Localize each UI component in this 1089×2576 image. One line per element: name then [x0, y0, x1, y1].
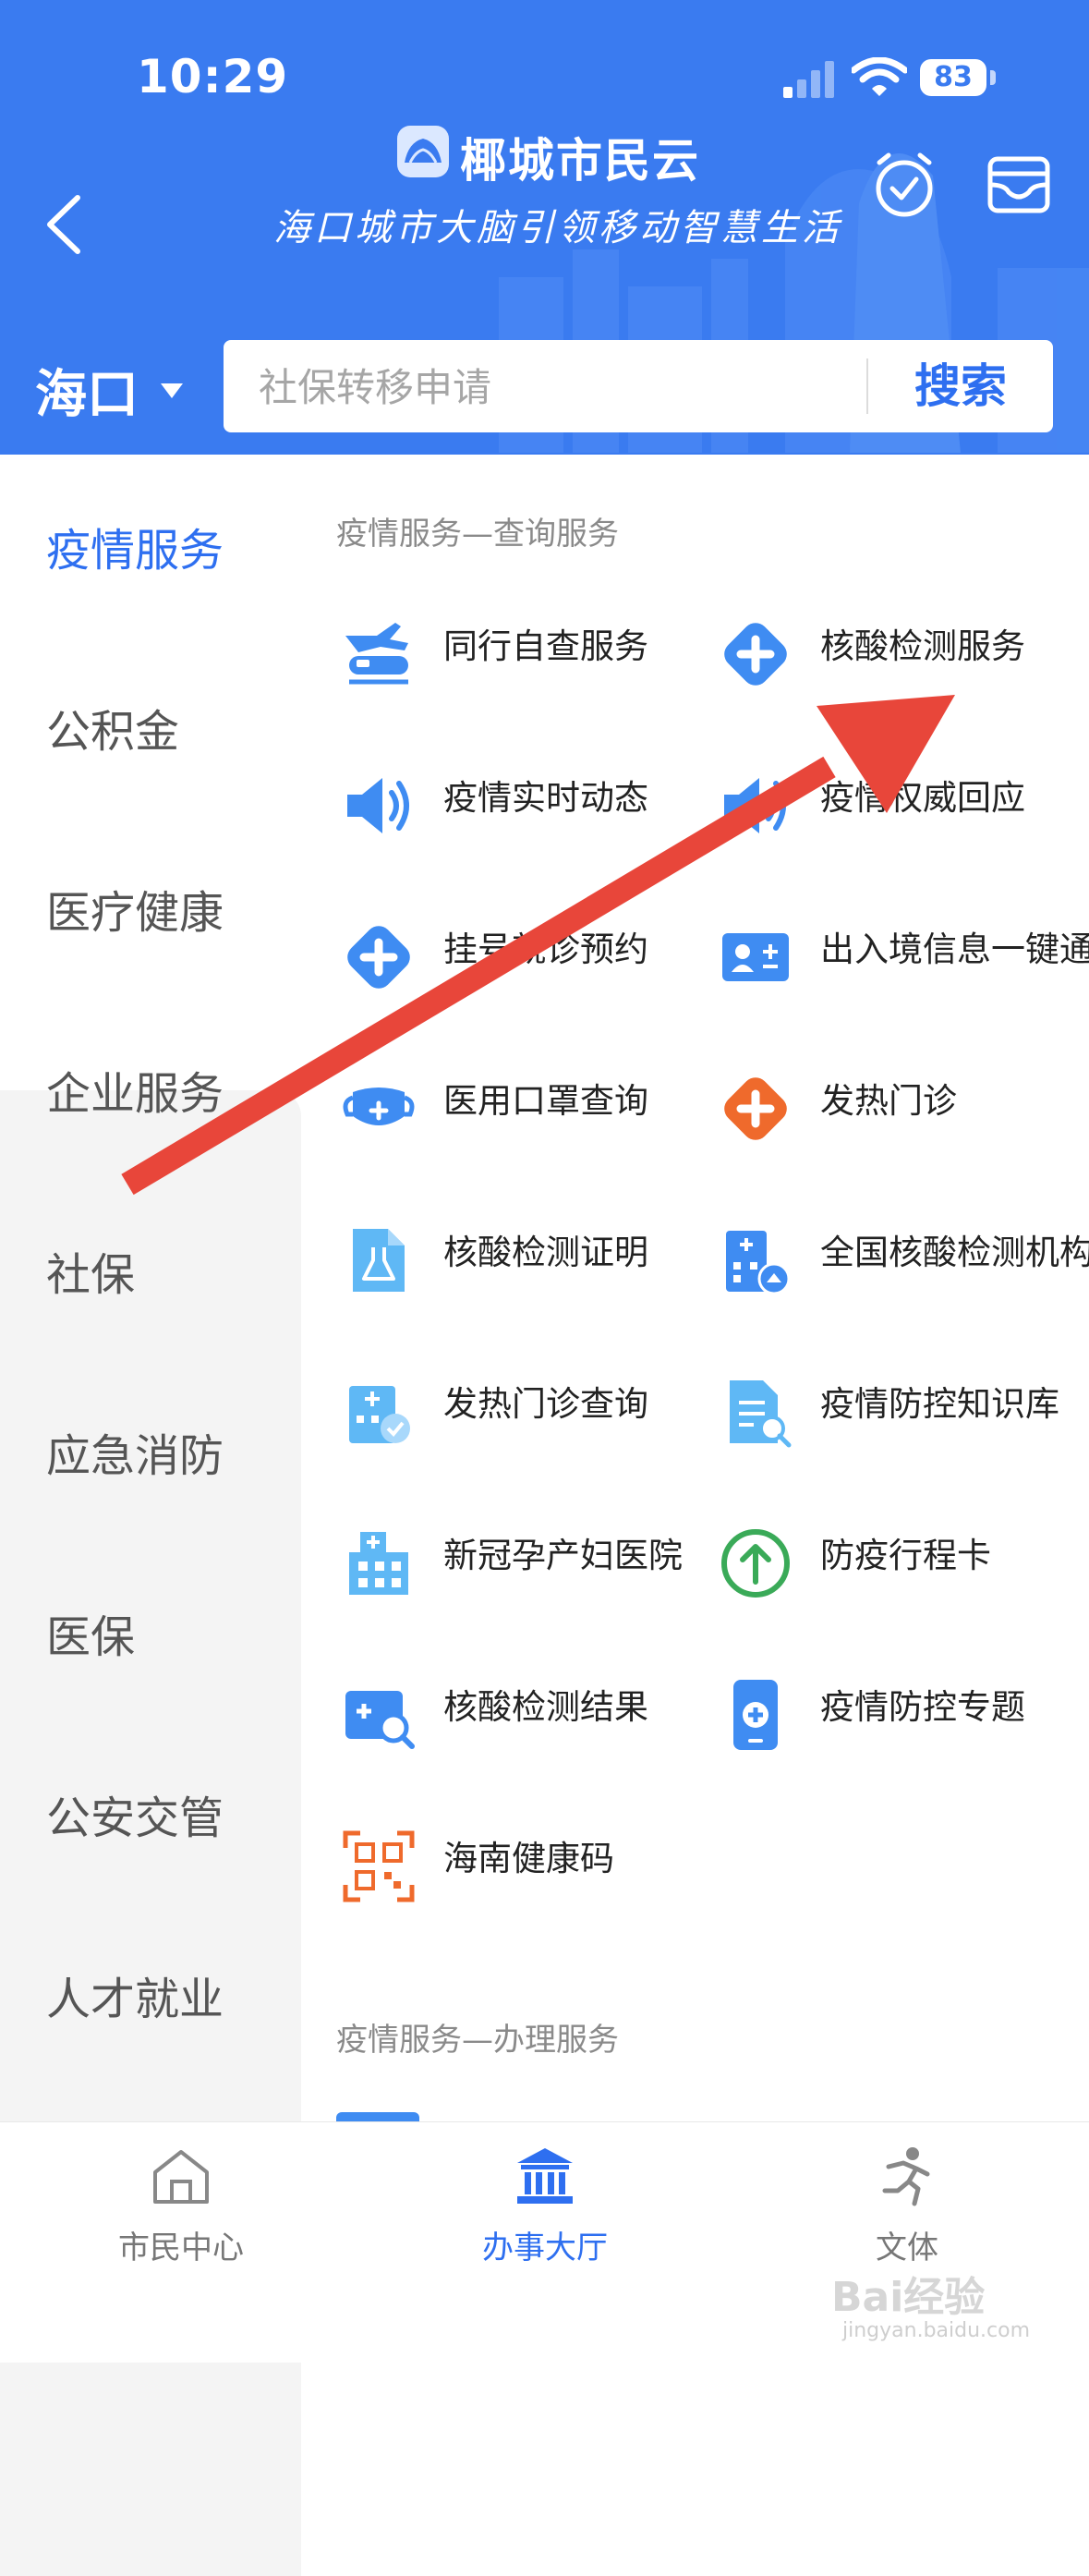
nav-culture-sports[interactable]: 文体	[796, 2145, 1018, 2283]
qr-code-icon	[343, 1830, 415, 1902]
search-button[interactable]: 搜索	[887, 340, 1035, 432]
partial-service-icon	[336, 2112, 419, 2121]
service-label: 核酸检测服务	[820, 626, 1025, 666]
hospital-check-icon	[349, 1386, 410, 1443]
medical-cross-icon	[724, 623, 787, 686]
service-nucleic-test[interactable]: 核酸检测服务	[717, 591, 1086, 702]
government-hall-icon	[517, 2148, 573, 2204]
baidu-watermark: Bai经验	[831, 2274, 986, 2321]
arrow-up-circle-icon	[721, 1529, 790, 1598]
service-label: 疫情防控知识库	[820, 1384, 1059, 1424]
search-divider	[866, 358, 868, 414]
service-label: 全国核酸检测机构	[820, 1233, 1089, 1272]
speaker-icon	[724, 778, 786, 833]
service-label: 疫情权威回应	[820, 778, 1025, 818]
service-label: 疫情防控专题	[820, 1687, 1025, 1727]
city-selector[interactable]: 海口	[35, 353, 183, 428]
service-label: 核酸检测结果	[443, 1687, 648, 1727]
service-test-results[interactable]: 核酸检测结果	[340, 1652, 709, 1763]
sidebar-item-social-security[interactable]: 社保	[46, 1238, 135, 1303]
sidebar-item-emergency-fire[interactable]: 应急消防	[46, 1419, 224, 1484]
status-time: 10:29	[137, 50, 289, 103]
service-label: 新冠孕产妇医院	[443, 1536, 683, 1575]
timer-check-icon[interactable]	[872, 148, 937, 222]
service-fever-clinic-query[interactable]: 发热门诊查询	[340, 1349, 709, 1460]
service-label: 防疫行程卡	[820, 1536, 991, 1575]
mask-icon	[343, 1088, 415, 1125]
city-label: 海口	[35, 365, 139, 425]
nav-citizen-center[interactable]: 市民中心	[70, 2145, 292, 2283]
service-appointment[interactable]: 挂号就诊预约	[340, 894, 709, 1005]
service-maternity-hospital[interactable]: 新冠孕产妇医院	[340, 1501, 709, 1611]
service-label: 同行自查服务	[443, 626, 648, 666]
section-title-query: 疫情服务—查询服务	[336, 516, 619, 553]
wallet-card-icon[interactable]	[986, 155, 1051, 214]
test-result-search-icon	[345, 1691, 415, 1749]
service-authority-response[interactable]: 疫情权威回应	[717, 743, 1086, 854]
service-entry-exit-info[interactable]: 出入境信息一键通	[717, 894, 1089, 1005]
caret-down-icon	[161, 383, 183, 398]
service-health-code[interactable]: 海南健康码	[340, 1804, 709, 1914]
document-search-icon	[730, 1380, 792, 1448]
service-label: 海南健康码	[443, 1839, 614, 1878]
sidebar-item-medical-insurance[interactable]: 医保	[46, 1600, 135, 1665]
running-person-icon	[882, 2147, 930, 2206]
battery-indicator: 83	[920, 59, 986, 96]
sidebar-item-enterprise[interactable]: 企业服务	[46, 1057, 224, 1122]
service-test-certificate[interactable]: 核酸检测证明	[340, 1197, 709, 1308]
header: 10:29 83 椰城市民云 海口城市大脑引领移动智慧生活 海口 社保转移申请 …	[0, 0, 1089, 455]
nav-label: 办事大厅	[482, 2230, 608, 2266]
sidebar-item-employment[interactable]: 人才就业	[46, 1962, 224, 2027]
id-card-icon	[722, 933, 789, 981]
service-label: 出入境信息一键通	[820, 930, 1089, 969]
service-companion-self-check[interactable]: 同行自查服务	[340, 591, 709, 702]
battery-tip	[990, 70, 996, 85]
cellular-signal-icon	[783, 61, 834, 98]
document-flask-icon	[353, 1229, 405, 1292]
hospital-building-icon	[726, 1231, 791, 1295]
wifi-icon	[852, 57, 907, 96]
sidebar-item-epidemic-services[interactable]: 疫情服务	[46, 514, 224, 578]
app-title: 椰城市民云	[460, 134, 700, 188]
medical-cross-orange-icon	[724, 1077, 787, 1140]
service-label: 发热门诊查询	[443, 1384, 648, 1424]
service-label: 发热门诊	[820, 1081, 957, 1121]
hospital-icon	[349, 1532, 408, 1595]
service-label: 核酸检测证明	[443, 1233, 648, 1272]
service-knowledge-base[interactable]: 疫情防控知识库	[717, 1349, 1086, 1460]
app-slogan: 海口城市大脑引领移动智慧生活	[273, 207, 842, 249]
train-plane-icon	[345, 623, 408, 685]
status-bar: 10:29 83	[0, 0, 1089, 139]
app-logo-icon	[397, 126, 449, 177]
section-title-handling: 疫情服务—办理服务	[336, 2022, 619, 2059]
nav-label: 文体	[876, 2230, 938, 2266]
sidebar-item-health[interactable]: 医疗健康	[46, 876, 224, 941]
service-fever-clinic[interactable]: 发热门诊	[717, 1046, 1086, 1157]
speaker-icon	[347, 778, 409, 833]
service-itinerary-card[interactable]: 防疫行程卡	[717, 1501, 1086, 1611]
phone-medical-icon	[733, 1680, 778, 1750]
service-realtime-updates[interactable]: 疫情实时动态	[340, 743, 709, 854]
nav-service-hall[interactable]: 办事大厅	[434, 2145, 656, 2283]
back-button[interactable]	[41, 192, 87, 257]
nav-label: 市民中心	[118, 2230, 244, 2266]
search-input[interactable]	[257, 340, 778, 434]
baidu-watermark-site: jingyan.baidu.com	[842, 2319, 1031, 2342]
search-box: 搜索	[224, 340, 1053, 434]
service-label: 挂号就诊预约	[443, 930, 648, 969]
service-national-test-institutions[interactable]: 全国核酸检测机构	[717, 1197, 1089, 1308]
service-label: 医用口罩查询	[443, 1081, 648, 1121]
medical-cross-icon	[347, 926, 410, 989]
service-label: 疫情实时动态	[443, 778, 648, 818]
sidebar-item-housing-fund[interactable]: 公积金	[46, 695, 179, 759]
sidebar-item-traffic-police[interactable]: 公安交管	[46, 1781, 224, 1846]
home-icon	[153, 2150, 209, 2204]
service-prevention-topic[interactable]: 疫情防控专题	[717, 1652, 1086, 1763]
service-mask-query[interactable]: 医用口罩查询	[340, 1046, 709, 1157]
